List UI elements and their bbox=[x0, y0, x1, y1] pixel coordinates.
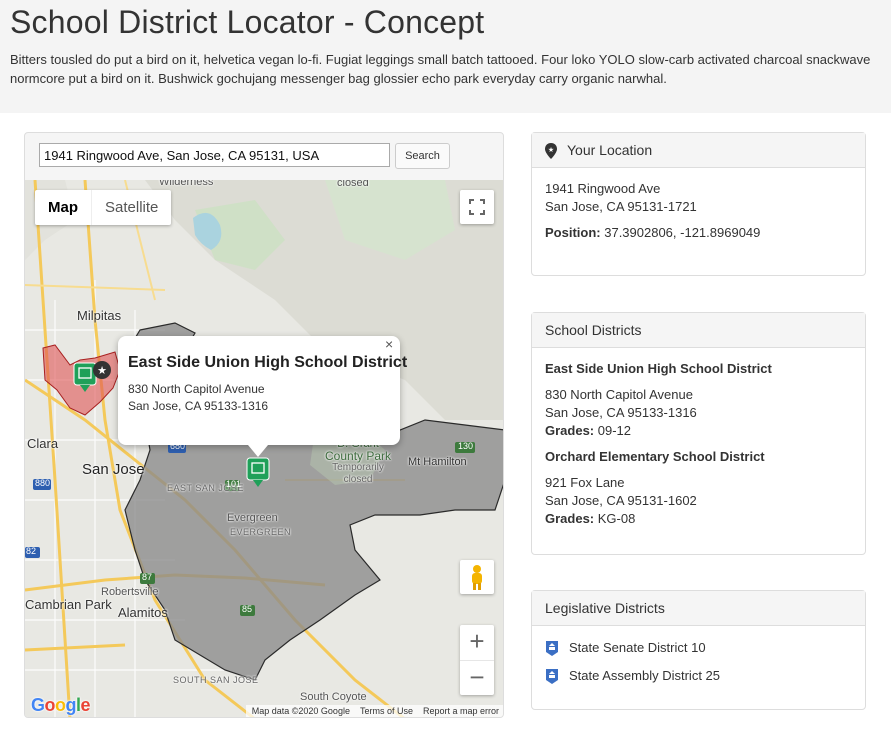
location-street: 1941 Ringwood Ave bbox=[545, 181, 661, 196]
svg-text:★: ★ bbox=[548, 146, 554, 154]
map-label: South Coyote bbox=[300, 691, 367, 703]
district-name: East Side Union High School District bbox=[545, 361, 772, 376]
map-label: San Jose bbox=[82, 461, 145, 478]
map-canvas[interactable]: ★ Wilderness closed Milpitas Clara San J… bbox=[25, 180, 503, 717]
hwy-label: 82 bbox=[26, 546, 37, 556]
map-data-attribution: Map data ©2020 Google bbox=[251, 706, 350, 716]
your-location-panel: ★ Your Location 1941 Ringwood Ave San Jo… bbox=[531, 132, 866, 276]
map-type-control: Map Satellite bbox=[35, 190, 172, 225]
map-label: SOUTH SAN JOSE bbox=[173, 675, 259, 685]
district-item: Orchard Elementary School District 921 F… bbox=[545, 448, 852, 528]
location-position: Position: 37.3902806, -121.8969049 bbox=[545, 225, 761, 240]
panel-body: East Side Union High School District 830… bbox=[532, 348, 865, 540]
fullscreen-icon bbox=[469, 199, 485, 215]
district-street: 830 North Capitol Avenue bbox=[545, 387, 693, 402]
district-name: Orchard Elementary School District bbox=[545, 449, 765, 464]
map-label: Mt Hamilton bbox=[408, 456, 467, 468]
district-city: San Jose, CA 95133-1316 bbox=[545, 405, 697, 420]
hwy-label: 130 bbox=[458, 441, 474, 451]
district-street: 921 Fox Lane bbox=[545, 475, 625, 490]
hwy-label: 87 bbox=[142, 572, 153, 582]
zoom-in-button[interactable]: + bbox=[460, 625, 494, 660]
panel-heading: ★ Your Location bbox=[532, 133, 865, 168]
panel-body: State Senate District 10 State Assembly … bbox=[532, 626, 865, 702]
zoom-control: + − bbox=[460, 625, 494, 695]
district-grades: Grades: KG-08 bbox=[545, 511, 636, 526]
panel-heading: Legislative Districts bbox=[532, 591, 865, 626]
fullscreen-button[interactable] bbox=[460, 190, 494, 224]
panel-heading: School Districts bbox=[532, 313, 865, 348]
street-view-pegman-button[interactable] bbox=[460, 560, 494, 594]
legislative-item: State Senate District 10 bbox=[545, 634, 852, 662]
info-window-title: East Side Union High School District bbox=[128, 354, 408, 371]
search-button[interactable]: Search bbox=[395, 143, 450, 169]
map-label: Clara bbox=[27, 436, 59, 451]
header: School District Locator - Concept Bitter… bbox=[0, 0, 891, 113]
school-districts-panel: School Districts East Side Union High Sc… bbox=[531, 312, 866, 555]
map-type-map-button[interactable]: Map bbox=[35, 190, 91, 225]
map-pin-icon: ★ bbox=[545, 143, 557, 159]
zoom-out-button[interactable]: − bbox=[460, 660, 494, 695]
capitol-icon bbox=[546, 668, 558, 684]
map-label: Alamitos bbox=[118, 605, 168, 620]
pegman-icon bbox=[472, 565, 482, 590]
map-label: Milpitas bbox=[77, 308, 122, 323]
map-attribution: Map data ©2020 Google Terms of Use Repor… bbox=[245, 705, 503, 717]
park-label: D. Grant County Park Temporarily closed bbox=[325, 438, 392, 485]
location-city: San Jose, CA 95131-1721 bbox=[545, 199, 697, 214]
address-search-input[interactable] bbox=[39, 143, 390, 167]
terms-of-use-link[interactable]: Terms of Use bbox=[360, 706, 413, 717]
map-label: Evergreen bbox=[227, 512, 278, 524]
panel-body: 1941 Ringwood Ave San Jose, CA 95131-172… bbox=[532, 168, 865, 254]
info-window-street: 830 North Capitol Avenue bbox=[128, 382, 265, 396]
district-item: East Side Union High School District 830… bbox=[545, 360, 852, 440]
district-city: San Jose, CA 95131-1602 bbox=[545, 493, 697, 508]
map-label: Cambrian Park bbox=[25, 597, 112, 612]
page-lead: Bitters tousled do put a bird on it, hel… bbox=[10, 52, 871, 86]
map-label: Wilderness bbox=[159, 180, 214, 188]
map-label: EVERGREEN bbox=[230, 527, 292, 537]
page-title: School District Locator - Concept bbox=[10, 4, 485, 40]
capitol-icon bbox=[546, 640, 558, 656]
svg-text:★: ★ bbox=[97, 365, 107, 377]
map-info-window: East Side Union High School District 830… bbox=[118, 336, 407, 457]
report-map-error-link[interactable]: Report a map error bbox=[423, 706, 499, 717]
google-logo: Google bbox=[31, 695, 91, 715]
legislative-item: State Assembly District 25 bbox=[545, 662, 852, 690]
hwy-label: 85 bbox=[242, 604, 253, 614]
info-window-city: San Jose, CA 95133-1316 bbox=[128, 399, 269, 413]
hwy-label: 880 bbox=[35, 478, 51, 488]
legislative-districts-panel: Legislative Districts State Senate Distr… bbox=[531, 590, 866, 710]
district-grades: Grades: 09-12 bbox=[545, 423, 632, 438]
map-panel: Search bbox=[24, 132, 504, 718]
map-type-satellite-button[interactable]: Satellite bbox=[91, 190, 171, 225]
hwy-label: 101 bbox=[226, 479, 242, 489]
map-label: closed bbox=[337, 180, 369, 189]
info-window-close-button[interactable]: × bbox=[385, 336, 393, 352]
